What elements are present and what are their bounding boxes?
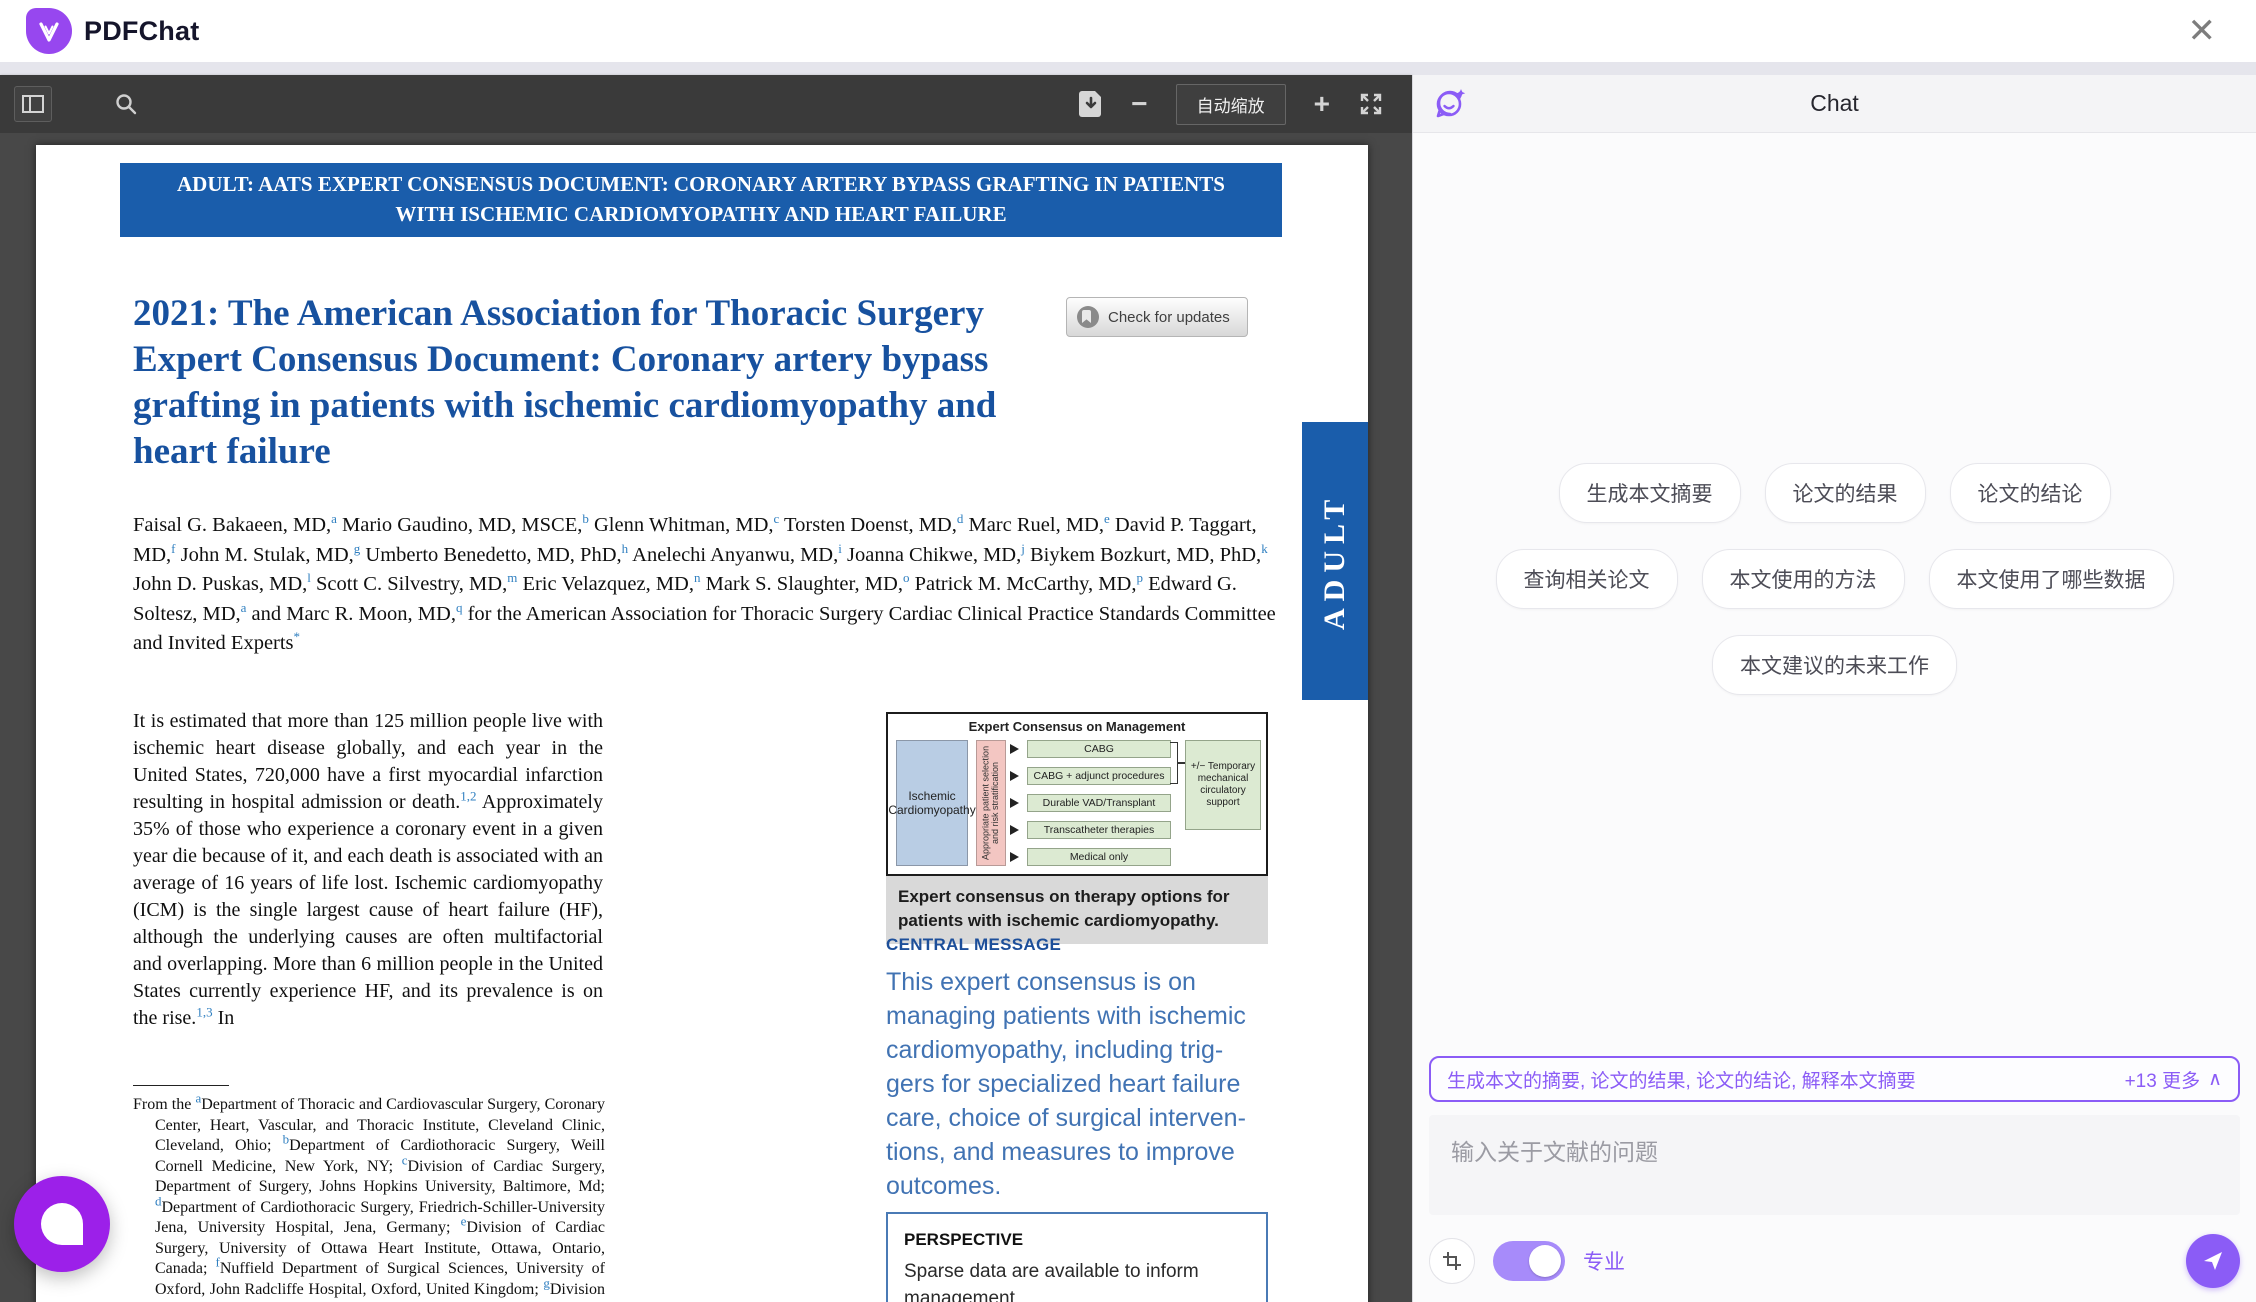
download-icon xyxy=(1079,91,1103,117)
figure-mcs-box: +/− Temporary mechanical circulatory sup… xyxy=(1185,740,1261,830)
more-suggestions-button[interactable]: +13 更多 ∧ xyxy=(2125,1066,2222,1093)
figure-option-box: CABG + adjunct procedures xyxy=(1027,767,1171,785)
figure-connector xyxy=(1178,762,1185,764)
chat-panel: Chat 生成本文摘要论文的结果论文的结论查询相关论文本文使用的方法本文使用了哪… xyxy=(1412,75,2256,1302)
figure-options: CABG CABG + adjunct procedures Durable VAD… xyxy=(1010,740,1171,866)
figure-bracket xyxy=(1170,742,1178,784)
zoom-in-button[interactable]: + xyxy=(1314,90,1330,118)
zoom-out-button[interactable]: − xyxy=(1131,90,1147,118)
consensus-figure: Expert Consensus on Management Ischemic … xyxy=(886,712,1268,876)
figure-ischemic-box: Ischemic Cardiomyopathy xyxy=(896,740,968,866)
article-banner: ADULT: AATS EXPERT CONSENSUS DOCUMENT: C… xyxy=(120,163,1282,237)
check-for-updates-badge[interactable]: Check for updates xyxy=(1066,297,1248,337)
fullscreen-icon xyxy=(1358,91,1384,117)
intro-paragraph: It is estimated that more than 125 milli… xyxy=(133,708,603,1032)
footnote-rule xyxy=(133,1085,229,1086)
sidebar-toggle-button[interactable] xyxy=(14,86,52,122)
download-button[interactable] xyxy=(1079,91,1103,117)
figure-option-box: Medical only xyxy=(1027,848,1171,866)
screenshot-crop-button[interactable] xyxy=(1429,1238,1475,1284)
suggestion-chip[interactable]: 论文的结果 xyxy=(1765,463,1926,523)
fullscreen-button[interactable] xyxy=(1358,91,1384,117)
suggestion-chip[interactable]: 本文使用了哪些数据 xyxy=(1929,549,2174,609)
figure-option-box: CABG xyxy=(1027,740,1171,758)
sidebar-panes-icon xyxy=(22,95,44,113)
suggestion-chip[interactable]: 论文的结论 xyxy=(1950,463,2111,523)
pro-mode-label: 专业 xyxy=(1583,1246,1625,1276)
floating-chat-bubble-button[interactable] xyxy=(14,1176,110,1272)
suggestion-chip[interactable]: 生成本文摘要 xyxy=(1559,463,1741,523)
check-for-updates-label: Check for updates xyxy=(1108,309,1230,326)
pdf-page: ADULT: AATS EXPERT CONSENSUS DOCUMENT: C… xyxy=(36,145,1368,1302)
chat-body: 生成本文摘要论文的结果论文的结论查询相关论文本文使用的方法本文使用了哪些数据本文… xyxy=(1413,133,2256,1056)
author-list: Faisal G. Bakaeen, MD,a Mario Gaudino, M… xyxy=(133,511,1283,659)
perspective-heading: PERSPECTIVE xyxy=(904,1230,1250,1250)
crossmark-icon xyxy=(1077,306,1099,328)
app-title: PDFChat xyxy=(84,16,199,47)
central-message-heading: CENTRAL MESSAGE xyxy=(886,935,1268,955)
arrow-right-icon xyxy=(1010,852,1024,862)
arrow-right-icon xyxy=(1010,798,1024,808)
figure-selection-box: Appropriate patient selection and risk s… xyxy=(976,740,1006,866)
suggestion-chip[interactable]: 本文建议的未来工作 xyxy=(1712,635,1957,695)
close-icon[interactable]: ✕ xyxy=(2188,14,2217,48)
pdf-toolbar: − 自动缩放 + xyxy=(0,75,1412,133)
perspective-box: PERSPECTIVE Sparse data are available to… xyxy=(886,1212,1268,1302)
chat-footer: 生成本文的摘要, 论文的结果, 论文的结论, 解释本文摘要 +13 更多 ∧ xyxy=(1413,1056,2256,1302)
pdfchat-logo-icon xyxy=(26,8,72,54)
suggestion-chip[interactable]: 本文使用的方法 xyxy=(1702,549,1905,609)
zoom-level-select[interactable]: 自动缩放 xyxy=(1176,84,1286,125)
pro-mode-toggle[interactable] xyxy=(1493,1241,1565,1281)
pdf-viewer: − 自动缩放 + xyxy=(0,75,1412,1302)
arrow-right-icon xyxy=(1010,744,1024,754)
arrow-right-icon xyxy=(1010,825,1024,835)
arrow-right-icon xyxy=(1010,771,1024,781)
perspective-body: Sparse data are available to inform mana… xyxy=(904,1258,1250,1302)
figure-caption: Expert consensus on therapy options for … xyxy=(886,876,1268,944)
figure-title: Expert Consensus on Management xyxy=(888,719,1266,734)
header-divider xyxy=(0,62,2256,75)
toggle-knob xyxy=(1529,1245,1561,1277)
figure-option-box: Transcatheter therapies xyxy=(1027,821,1171,839)
chat-title: Chat xyxy=(1413,90,2256,117)
send-button[interactable] xyxy=(2186,1234,2240,1288)
search-icon xyxy=(114,92,138,116)
figure-option-box: Durable VAD/Transplant xyxy=(1027,794,1171,812)
central-message-body: This expert consensus is onmanaging pati… xyxy=(886,965,1268,1203)
prompt-suggestions-bar[interactable]: 生成本文的摘要, 论文的结果, 论文的结论, 解释本文摘要 +13 更多 ∧ xyxy=(1429,1056,2240,1102)
prompt-suggestions-text: 生成本文的摘要, 论文的结果, 论文的结论, 解释本文摘要 xyxy=(1447,1066,1916,1093)
banner-line: WITH ISCHEMIC CARDIOMYOPATHY AND HEART F… xyxy=(124,199,1278,229)
banner-line: ADULT: AATS EXPERT CONSENSUS DOCUMENT: C… xyxy=(124,169,1278,199)
adult-side-tab: ADULT xyxy=(1302,422,1368,700)
app-header: PDFChat ✕ xyxy=(0,0,2256,62)
chat-header: Chat xyxy=(1413,75,2256,133)
search-button[interactable] xyxy=(114,92,138,116)
affiliations-footnote: From the aDepartment of Thoracic and Car… xyxy=(133,1095,605,1302)
chat-bubble-icon xyxy=(41,1203,83,1245)
more-count-label: +13 更多 xyxy=(2125,1066,2201,1093)
crop-icon xyxy=(1442,1251,1462,1271)
question-input[interactable] xyxy=(1429,1115,2240,1215)
suggestion-chips: 生成本文摘要论文的结果论文的结论查询相关论文本文使用的方法本文使用了哪些数据本文… xyxy=(1413,463,2256,695)
chevron-up-icon: ∧ xyxy=(2208,1068,2222,1091)
suggestion-chip[interactable]: 查询相关论文 xyxy=(1496,549,1678,609)
pdf-canvas[interactable]: ADULT: AATS EXPERT CONSENSUS DOCUMENT: C… xyxy=(0,133,1412,1302)
paper-title: 2021: The American Association for Thora… xyxy=(133,291,1053,475)
logo-v-glyph xyxy=(34,16,64,46)
app-window: PDFChat ✕ xyxy=(0,0,2256,1302)
send-icon xyxy=(2201,1249,2225,1273)
